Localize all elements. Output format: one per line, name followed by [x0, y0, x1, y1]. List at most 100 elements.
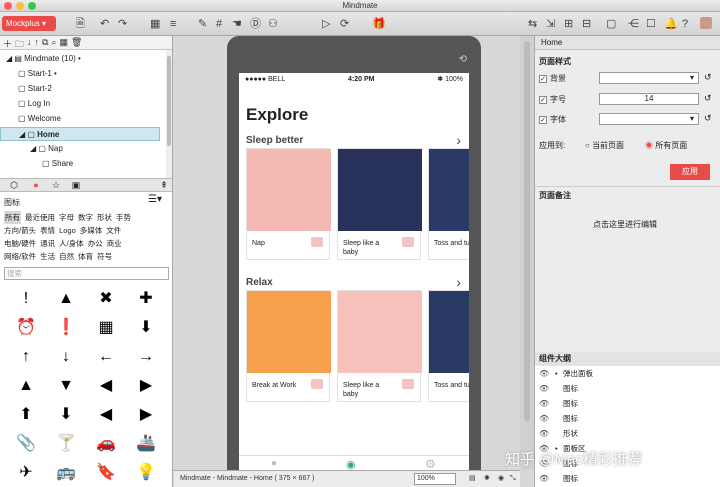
library-icon[interactable]: ▶: [126, 404, 166, 426]
favorite-icon[interactable]: [402, 237, 414, 247]
split-icon[interactable]: ⇆: [528, 17, 537, 31]
settings-tab-icon[interactable]: ⚙: [425, 457, 436, 470]
library-icon[interactable]: ⏰: [6, 317, 46, 339]
canvas-vertical-scrollbar[interactable]: [520, 36, 534, 470]
tree-item[interactable]: ▢ Start-1 •: [0, 67, 160, 81]
font-select[interactable]: ▾: [599, 113, 699, 125]
grid-icon[interactable]: ▦: [150, 17, 160, 31]
category-item[interactable]: 网络/软件: [4, 250, 36, 263]
background-color-field[interactable]: ▾: [599, 72, 699, 84]
bell-icon[interactable]: 🔔: [664, 17, 678, 31]
content-card[interactable]: Toss and tu: [428, 290, 469, 402]
library-icon[interactable]: ▶: [126, 375, 166, 397]
reset-font-icon[interactable]: ↺: [704, 113, 712, 124]
undo-icon[interactable]: ↶: [100, 17, 109, 31]
visibility-eye-icon[interactable]: 👁: [539, 381, 549, 396]
design-canvas[interactable]: ⟲ ●●●●● BELL 4:20 PM ✱ 100% Explore Slee…: [174, 36, 520, 470]
chevron-right-icon[interactable]: ›: [456, 274, 461, 290]
chevron-right-icon[interactable]: ›: [456, 132, 461, 148]
category-item[interactable]: 表情: [40, 224, 55, 237]
category-item[interactable]: 自然: [59, 250, 74, 263]
library-icon[interactable]: 💡: [126, 462, 166, 484]
align-icon[interactable]: ≡: [170, 17, 176, 31]
tree-item[interactable]: ▢ Welcome: [0, 112, 160, 126]
layout-icon[interactable]: ▤: [469, 471, 476, 487]
avatar[interactable]: [700, 17, 712, 29]
notes-editor[interactable]: 点击这里进行编辑: [593, 219, 657, 230]
category-item[interactable]: 手势: [116, 211, 131, 224]
content-card[interactable]: Nap: [246, 148, 331, 260]
all-pages-radio[interactable]: ◉ 所有页面: [645, 140, 687, 151]
library-icon[interactable]: ↓: [46, 346, 86, 368]
library-icon[interactable]: ⬆: [6, 404, 46, 426]
category-item[interactable]: 数字: [78, 211, 93, 224]
library-icon[interactable]: ❗: [46, 317, 86, 339]
category-item[interactable]: 形状: [97, 211, 112, 224]
save-icon[interactable]: 🗎: [76, 17, 85, 31]
apply-button[interactable]: 应用: [670, 164, 710, 180]
library-icon[interactable]: ▲: [6, 375, 46, 397]
star-icon[interactable]: ☆: [50, 180, 62, 191]
tree-item[interactable]: ▢ Start-2: [0, 82, 160, 96]
outline-item[interactable]: 👁 图标: [535, 411, 720, 426]
icon-search-input[interactable]: 搜索: [4, 267, 169, 280]
frame-icon[interactable]: ▢: [606, 17, 616, 31]
export-icon[interactable]: ⇲: [546, 17, 555, 31]
tree-item[interactable]: ◢ ▤ Mindmate (10) •: [0, 52, 160, 66]
close-window-button[interactable]: [4, 2, 12, 10]
category-item[interactable]: 人/身体: [59, 237, 84, 250]
comment-icon[interactable]: ☐: [646, 17, 656, 31]
content-card[interactable]: Break at Work: [246, 290, 331, 402]
category-item[interactable]: 生活: [40, 250, 55, 263]
content-card[interactable]: Sleep like a baby: [337, 148, 422, 260]
outline-item[interactable]: 👁 • 弹出面板: [535, 366, 720, 381]
explore-tab-icon[interactable]: ◉: [346, 458, 356, 470]
brush-icon[interactable]: ✎: [198, 17, 207, 31]
hash-icon[interactable]: #: [216, 17, 222, 31]
content-card[interactable]: Toss and tu: [428, 148, 469, 260]
tree-item[interactable]: ◢ ▢ Nap: [0, 142, 160, 156]
data-icon[interactable]: Ⓓ: [250, 17, 261, 31]
zoom-select[interactable]: 100%: [414, 473, 456, 485]
library-icon[interactable]: ⬇: [46, 404, 86, 426]
current-page-radio[interactable]: ○ 当前页面: [585, 140, 624, 151]
category-item[interactable]: 符号: [97, 250, 112, 263]
library-icon[interactable]: 🚌: [46, 462, 86, 484]
gift-icon[interactable]: 🎁: [372, 17, 386, 31]
library-icon[interactable]: 🚗: [86, 433, 126, 455]
components-icon[interactable]: ⊞: [564, 17, 573, 31]
library-icon[interactable]: ✚: [126, 288, 166, 310]
visibility-eye-icon[interactable]: 👁: [539, 426, 549, 441]
play-icon[interactable]: ▷: [322, 17, 330, 31]
library-icon[interactable]: ▦: [86, 317, 126, 339]
library-icon[interactable]: ⬇: [126, 317, 166, 339]
library-icon[interactable]: →: [126, 346, 166, 368]
zoom-window-button[interactable]: [28, 2, 36, 10]
visibility-eye-icon[interactable]: 👁: [539, 366, 549, 381]
share-icon[interactable]: ⚇: [268, 17, 278, 31]
category-item[interactable]: 字母: [59, 211, 74, 224]
phone-screen[interactable]: ●●●●● BELL 4:20 PM ✱ 100% Explore Sleep …: [239, 73, 469, 470]
tree-item[interactable]: ◢ ▢ Home: [0, 127, 160, 141]
outline-item[interactable]: 👁 图标: [535, 471, 720, 486]
library-icon[interactable]: !: [6, 288, 46, 310]
sync-icon[interactable]: ⟳: [340, 17, 349, 31]
library-icon[interactable]: ←: [86, 346, 126, 368]
favorite-icon[interactable]: [402, 379, 414, 389]
library-icon[interactable]: ↑: [6, 346, 46, 368]
library-icon[interactable]: 🔖: [86, 462, 126, 484]
category-item[interactable]: Logo: [59, 224, 76, 237]
library-icon[interactable]: ✖: [86, 288, 126, 310]
icons-tab-icon[interactable]: ●: [30, 180, 42, 191]
media-icon[interactable]: ▣: [70, 180, 82, 191]
delete-icon[interactable]: 🗑: [71, 37, 82, 48]
rotate-icon[interactable]: ⟲: [459, 54, 467, 65]
category-item[interactable]: 方向/箭头: [4, 224, 36, 237]
category-item[interactable]: 所有: [4, 211, 21, 224]
library-icon[interactable]: ▼: [46, 375, 86, 397]
cube-icon[interactable]: ⬡: [8, 180, 20, 191]
library-icon[interactable]: ◀: [86, 404, 126, 426]
visibility-eye-icon[interactable]: 👁: [539, 396, 549, 411]
library-icon[interactable]: ✈: [6, 462, 46, 484]
window-controls[interactable]: [4, 2, 36, 10]
